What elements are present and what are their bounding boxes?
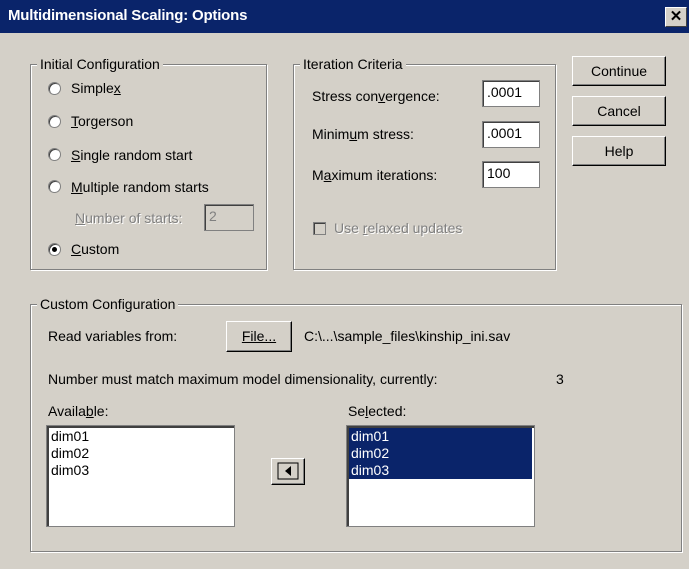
- list-item[interactable]: dim01: [349, 428, 532, 445]
- continue-button[interactable]: Continue: [572, 56, 666, 86]
- radio-torgerson-label: Torgerson: [71, 113, 134, 129]
- minimum-stress-field[interactable]: .0001: [482, 121, 540, 148]
- number-of-starts-label: Number of starts:: [75, 210, 183, 226]
- radio-multiple-random-starts-label: Multiple random starts: [71, 179, 209, 195]
- window-title: Multidimensional Scaling: Options: [8, 7, 248, 24]
- available-list[interactable]: dim01 dim02 dim03: [46, 425, 235, 527]
- list-item[interactable]: dim02: [49, 445, 232, 462]
- radio-single-random-start[interactable]: [48, 148, 61, 161]
- radio-torgerson[interactable]: [48, 115, 61, 128]
- options-dialog: Multidimensional Scaling: Options ✕ Init…: [0, 0, 689, 569]
- list-item[interactable]: dim03: [49, 462, 232, 479]
- list-item[interactable]: dim03: [349, 462, 532, 479]
- cancel-button[interactable]: Cancel: [572, 96, 666, 126]
- radio-single-random-start-label: Single random start: [71, 147, 193, 163]
- radio-custom-label: Custom: [71, 241, 120, 257]
- selected-label: Selected:: [348, 403, 407, 419]
- list-item[interactable]: dim02: [349, 445, 532, 462]
- help-button[interactable]: Help: [572, 136, 666, 166]
- radio-multiple-random-starts[interactable]: [48, 180, 61, 193]
- stress-convergence-field[interactable]: .0001: [482, 80, 540, 107]
- maximum-iterations-label: Maximum iterations:: [312, 167, 438, 183]
- left-arrow-icon: [277, 462, 299, 480]
- radio-simplex[interactable]: [48, 82, 61, 95]
- number-of-starts-field[interactable]: 2: [204, 204, 254, 231]
- close-button[interactable]: ✕: [665, 7, 687, 27]
- file-button[interactable]: File...: [226, 321, 292, 352]
- custom-configuration-label: Custom Configuration: [37, 296, 179, 312]
- selected-list[interactable]: dim01 dim02 dim03: [346, 425, 535, 527]
- read-variables-label: Read variables from:: [48, 328, 178, 344]
- radio-simplex-label: Simplex: [71, 80, 121, 96]
- dimensionality-note: Number must match maximum model dimensio…: [48, 371, 438, 387]
- relaxed-updates-label: Use relaxed updates: [334, 220, 463, 236]
- file-path: C:\...\sample_files\kinship_ini.sav: [304, 328, 511, 344]
- file-button-label: File...: [241, 328, 277, 344]
- maximum-iterations-field[interactable]: 100: [482, 161, 540, 188]
- iteration-criteria-label: Iteration Criteria: [300, 56, 406, 72]
- move-left-button[interactable]: [271, 458, 305, 485]
- initial-configuration-group: Initial Configuration: [30, 56, 267, 270]
- minimum-stress-label: Minimum stress:: [312, 126, 414, 142]
- list-item[interactable]: dim01: [49, 428, 232, 445]
- stress-convergence-label: Stress convergence:: [312, 88, 440, 104]
- relaxed-updates-checkbox[interactable]: [313, 222, 326, 235]
- dimensionality-value: 3: [556, 371, 564, 387]
- radio-custom-dot: [52, 247, 57, 252]
- close-icon: ✕: [669, 8, 683, 25]
- available-label: Available:: [48, 403, 109, 419]
- initial-configuration-label: Initial Configuration: [37, 56, 163, 72]
- title-bar: Multidimensional Scaling: Options ✕: [0, 0, 689, 33]
- radio-custom[interactable]: [48, 243, 61, 256]
